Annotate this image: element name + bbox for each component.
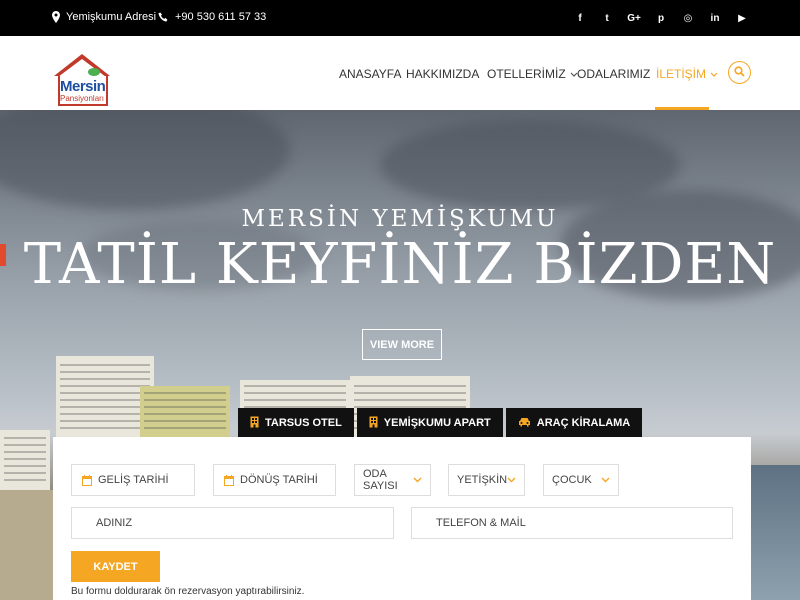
hero-title: TATİL KEYFİNİZ BİZDEN xyxy=(23,232,777,297)
save-button[interactable]: KAYDET xyxy=(71,551,160,582)
menu-item-iletisim[interactable]: İLETİŞİM xyxy=(656,67,718,81)
form-note: Bu formu doldurarak ön rezervasyon yaptı… xyxy=(71,586,305,597)
address-link[interactable]: Yemişkumu Adresi xyxy=(52,11,156,23)
address-text: Yemişkumu Adresi xyxy=(66,11,157,23)
adults-select[interactable]: YETİŞKİN xyxy=(448,464,525,496)
view-more-button[interactable]: VIEW MORE xyxy=(362,329,442,360)
phone-text: +90 530 611 57 33 xyxy=(175,11,267,23)
name-input[interactable]: ADINIZ xyxy=(71,507,394,539)
tab-yemiskumu-apart[interactable]: YEMİŞKUMU APART xyxy=(356,408,503,438)
checkin-date-field[interactable]: GELİŞ TARİHİ xyxy=(71,464,195,496)
facebook-icon[interactable]: f xyxy=(574,11,586,25)
chevron-down-icon xyxy=(507,474,516,486)
top-bar: Yemişkumu Adresi +90 530 611 57 33 f t G+ p… xyxy=(0,0,800,36)
room-count-select[interactable]: ODA SAYISI xyxy=(354,464,431,496)
menu-item-otellerimiz[interactable]: OTELLERİMİZ xyxy=(487,67,578,81)
palm-icon xyxy=(88,68,100,76)
booking-tabs: TARSUS OTEL YEMİŞKUMU APART ARAÇ KİRALAM… xyxy=(238,408,643,438)
chevron-down-icon xyxy=(601,474,610,486)
tab-arac-kiralama[interactable]: ARAÇ KİRALAMA xyxy=(505,408,643,438)
social-links: f t G+ p ◎ in ▶ xyxy=(574,11,748,25)
pinterest-icon[interactable]: p xyxy=(655,11,667,25)
building-icon xyxy=(369,416,378,431)
phone-icon xyxy=(158,12,169,23)
search-button[interactable] xyxy=(728,61,751,84)
calendar-icon xyxy=(82,474,92,486)
youtube-icon[interactable]: ▶ xyxy=(736,11,748,25)
chevron-down-icon xyxy=(413,474,422,486)
twitter-icon[interactable]: t xyxy=(601,11,613,25)
menu-item-odalarimiz[interactable]: ODALARIMIZ xyxy=(577,67,650,81)
map-marker-icon xyxy=(52,11,60,23)
logo-text-main: Mersin xyxy=(60,78,106,95)
menu-item-hakkimizda[interactable]: HAKKIMIZDA xyxy=(406,67,479,81)
search-icon xyxy=(734,64,745,82)
car-icon xyxy=(518,417,531,430)
instagram-icon[interactable]: ◎ xyxy=(682,11,694,25)
logo-text-sub: Pansiyonları xyxy=(60,94,105,103)
linkedin-icon[interactable]: in xyxy=(709,11,721,25)
hero-subtitle: MERSİN YEMİŞKUMU xyxy=(241,206,559,232)
phone-mail-input[interactable]: TELEFON & MAİL xyxy=(411,507,733,539)
menu-item-anasayfa[interactable]: ANASAYFA xyxy=(339,67,401,81)
calendar-icon xyxy=(224,474,234,486)
phone-link[interactable]: +90 530 611 57 33 xyxy=(158,11,266,23)
tab-tarsus-otel[interactable]: TARSUS OTEL xyxy=(238,408,354,438)
checkout-date-field[interactable]: DÖNÜŞ TARİHİ xyxy=(213,464,336,496)
hotel-icon xyxy=(250,416,259,431)
chevron-down-icon xyxy=(710,67,718,81)
site-logo[interactable]: Mersin Pansiyonları xyxy=(52,54,112,106)
children-select[interactable]: ÇOCUK xyxy=(543,464,619,496)
google-plus-icon[interactable]: G+ xyxy=(627,11,641,25)
